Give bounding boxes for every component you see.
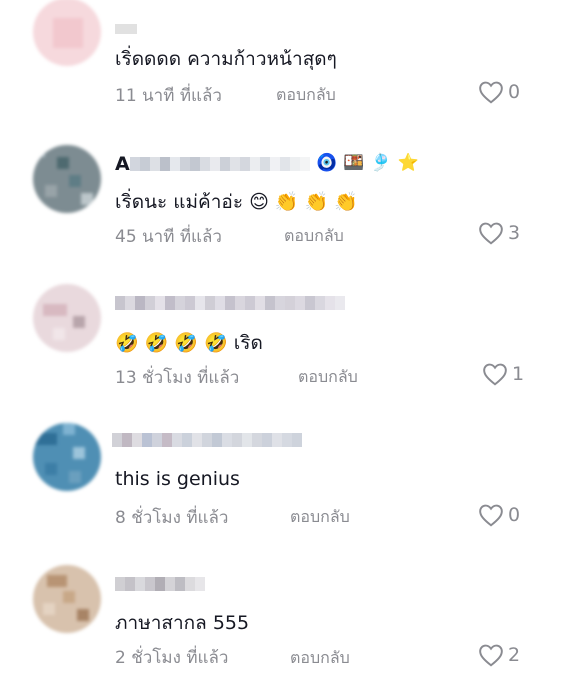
bento-icon: 🍱 xyxy=(343,153,365,173)
nazar-icon: 🧿 xyxy=(316,153,338,173)
like-count: 0 xyxy=(508,81,521,103)
heart-outline-icon xyxy=(479,504,503,527)
comment-text: เริ่ดนะ แม่ค้าอ่ะ 😊 👏 👏 👏 xyxy=(115,191,358,213)
comment-item: A 🧿 🍱 🎐 ⭐ เริ่ดนะ แม่ค้าอ่ะ 😊 👏 👏 👏 45 น… xyxy=(0,141,573,271)
reply-button[interactable]: ตอบกลับ xyxy=(290,646,350,671)
comment-item: this is genius 8 ชั่วโมง ที่แล้ว ตอบกลับ… xyxy=(0,423,573,553)
comment-text: เริ่ดดดด ความก้าวหน้าสุดๆ xyxy=(115,48,337,70)
heart-outline-icon xyxy=(479,222,503,245)
avatar[interactable] xyxy=(33,565,101,633)
star-icon: ⭐ xyxy=(397,153,419,173)
avatar[interactable] xyxy=(33,423,101,491)
avatar[interactable] xyxy=(33,284,101,352)
comment-time: 45 นาที ที่แล้ว xyxy=(115,227,222,247)
username-blurred[interactable] xyxy=(115,296,345,312)
heart-outline-icon xyxy=(479,644,503,667)
like-button[interactable]: 3 xyxy=(478,221,520,245)
username-blurred[interactable] xyxy=(130,157,310,173)
comment-time: 13 ชั่วโมง ที่แล้ว xyxy=(115,368,240,388)
like-button[interactable]: 0 xyxy=(478,80,520,104)
like-count: 1 xyxy=(512,363,525,385)
username-blurred[interactable] xyxy=(115,20,137,36)
comment-time: 11 นาที ที่แล้ว xyxy=(115,86,222,106)
reply-button[interactable]: ตอบกลับ xyxy=(276,83,336,108)
like-count: 2 xyxy=(508,644,521,666)
reply-button[interactable]: ตอบกลับ xyxy=(284,224,344,249)
comment-text: this is genius xyxy=(115,468,240,490)
comment-text: ภาษาสากล 555 xyxy=(115,612,250,634)
username-blurred[interactable] xyxy=(112,433,302,449)
like-button[interactable]: 0 xyxy=(478,503,520,527)
comment-item: ภาษาสากล 555 2 ชั่วโมง ที่แล้ว ตอบกลับ 2 xyxy=(0,563,573,693)
avatar[interactable] xyxy=(33,0,101,66)
avatar[interactable] xyxy=(33,145,101,213)
comment-item: 🤣 🤣 🤣 🤣 เริด 13 ชั่วโมง ที่แล้ว ตอบกลับ … xyxy=(0,282,573,412)
comment-item: เริ่ดดดด ความก้าวหน้าสุดๆ 11 นาที ที่แล้… xyxy=(0,0,573,130)
like-count: 0 xyxy=(508,504,521,526)
comment-time: 8 ชั่วโมง ที่แล้ว xyxy=(115,508,229,528)
heart-outline-icon xyxy=(483,363,507,386)
comment-text: 🤣 🤣 🤣 🤣 เริด xyxy=(115,332,263,354)
reply-button[interactable]: ตอบกลับ xyxy=(298,365,358,390)
like-button[interactable]: 2 xyxy=(478,643,520,667)
like-count: 3 xyxy=(508,222,521,244)
reply-button[interactable]: ตอบกลับ xyxy=(290,505,350,530)
wind-chime-icon: 🎐 xyxy=(370,153,392,173)
comment-time: 2 ชั่วโมง ที่แล้ว xyxy=(115,648,229,668)
user-badges: 🧿 🍱 🎐 ⭐ xyxy=(316,153,419,173)
username-blurred[interactable] xyxy=(115,577,205,593)
like-button[interactable]: 1 xyxy=(482,362,524,386)
username-initial[interactable]: A xyxy=(115,153,130,175)
heart-outline-icon xyxy=(479,81,503,104)
